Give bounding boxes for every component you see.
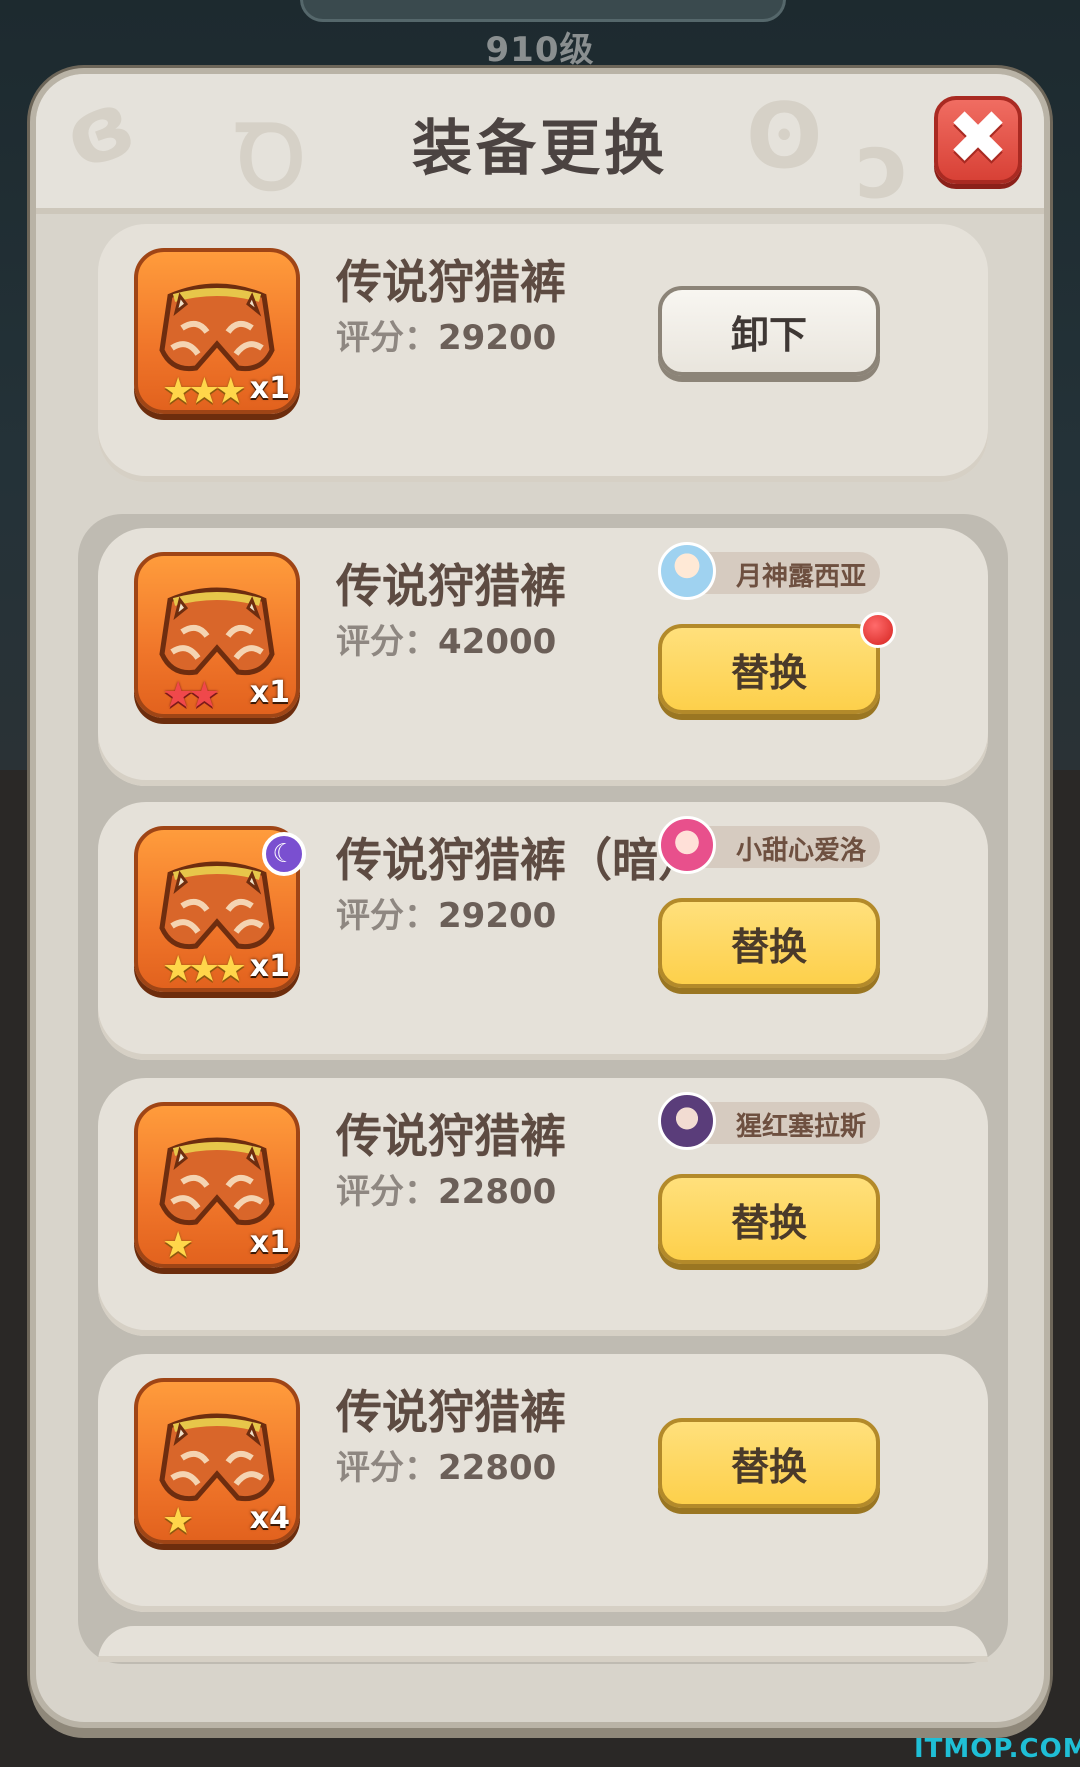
score-value: 22800	[438, 1448, 557, 1488]
item-score: 评分：42000	[336, 614, 556, 663]
owner-tag: 猩红塞拉斯	[658, 1092, 880, 1150]
score-value: 22800	[438, 1172, 557, 1212]
candidate-item-card: ★ x1 传说狩猎裤 评分：22800 猩红塞拉斯 替换	[98, 1078, 988, 1336]
score-label: 评分：	[336, 622, 438, 662]
owner-name: 猩红塞拉斯	[736, 1112, 867, 1142]
score-value: 29200	[438, 896, 557, 936]
score-label: 评分：	[336, 896, 438, 936]
item-quantity: x1	[249, 675, 290, 710]
item-name: 传说狩猎裤	[336, 559, 566, 613]
item-score: 评分：22800	[336, 1164, 556, 1213]
hero-avatar	[658, 1092, 716, 1150]
score-label: 评分：	[336, 1448, 438, 1488]
star-icon: ★	[162, 1225, 195, 1266]
moon-icon: ☾	[262, 832, 306, 876]
owner-tag: 月神露西亚	[658, 542, 880, 600]
score-label: 评分：	[336, 1172, 438, 1212]
candidate-item-card: ★ x4 传说狩猎裤 评分：22800 替换	[98, 1354, 988, 1612]
replace-button[interactable]: 替换	[658, 624, 880, 714]
candidate-item-card: ☾ ★ ★ ★ x1 传说狩猎裤（暗） 评分：29200 小甜心爱洛 替换	[98, 802, 988, 1060]
replace-button[interactable]: 替换	[658, 1174, 880, 1264]
item-name: 传说狩猎裤	[336, 1109, 566, 1163]
hero-avatar	[658, 816, 716, 874]
notification-dot	[860, 612, 896, 648]
item-score: 评分：22800	[336, 1440, 556, 1489]
item-quantity: x1	[249, 949, 290, 984]
owner-tag: 小甜心爱洛	[658, 816, 880, 874]
item-quantity: x1	[249, 1225, 290, 1260]
owner-name: 月神露西亚	[736, 562, 867, 592]
hunting-pants-icon	[159, 861, 275, 950]
item-icon[interactable]: ★ ★ x1	[134, 552, 300, 718]
hunting-pants-icon	[159, 1137, 275, 1226]
star-rating: ★	[162, 1228, 194, 1264]
replace-button[interactable]: 替换	[658, 1418, 880, 1508]
star-rating: ★ ★	[162, 678, 221, 714]
item-icon[interactable]: ☾ ★ ★ ★ x1	[134, 826, 306, 992]
owner-name: 小甜心爱洛	[736, 836, 867, 866]
hunting-pants-icon	[159, 1413, 275, 1502]
item-name: 传说狩猎裤（暗）	[336, 833, 704, 887]
item-name: 传说狩猎裤	[336, 1385, 566, 1439]
hunting-pants-icon	[159, 587, 275, 676]
star-icon: ★	[214, 949, 247, 990]
item-score: 评分：29200	[336, 888, 556, 937]
watermark: ITMOP.COM	[914, 1734, 1080, 1764]
replace-button[interactable]: 替换	[658, 898, 880, 988]
star-rating: ★ ★ ★	[162, 952, 247, 988]
candidate-item-card: ★ ★ x1 传说狩猎裤 评分：42000 月神露西亚 替换	[98, 528, 988, 786]
star-rating: ★	[162, 1504, 194, 1540]
score-value: 42000	[438, 622, 557, 662]
item-icon[interactable]: ★ x4	[134, 1378, 300, 1544]
item-icon[interactable]: ★ x1	[134, 1102, 300, 1268]
hero-avatar	[658, 542, 716, 600]
star-icon: ★	[188, 675, 221, 716]
star-icon: ★	[162, 1501, 195, 1542]
candidate-item-card-partial	[98, 1626, 988, 1662]
item-quantity: x4	[249, 1501, 290, 1536]
